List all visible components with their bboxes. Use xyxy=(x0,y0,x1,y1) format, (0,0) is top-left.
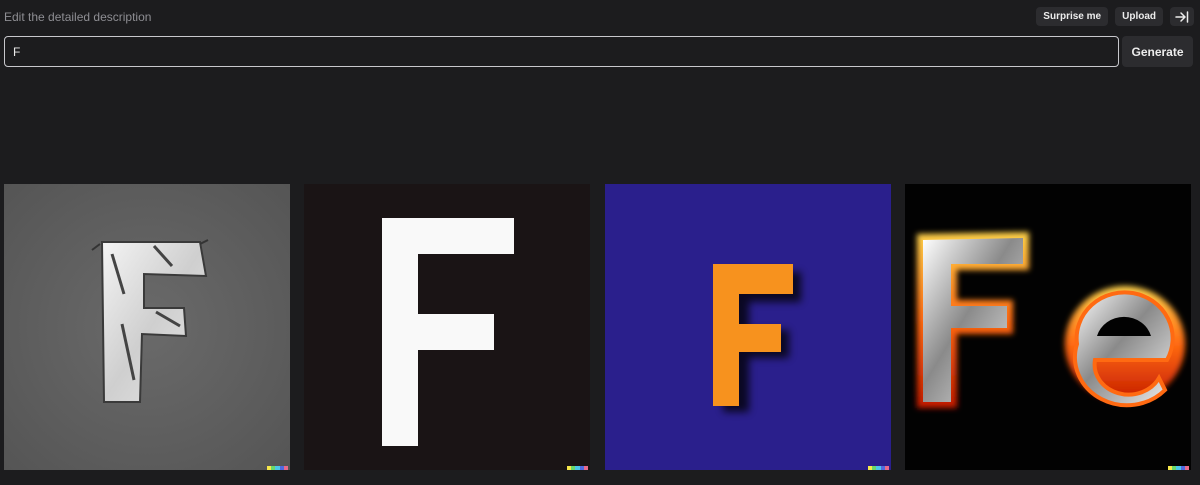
signature-mark xyxy=(1168,466,1190,470)
collapse-right-icon[interactable] xyxy=(1170,7,1194,26)
result-image-1[interactable] xyxy=(4,184,290,470)
top-actions: Surprise me Upload xyxy=(1036,7,1194,26)
white-letter-f-image xyxy=(304,184,590,470)
prompt-input[interactable] xyxy=(4,36,1119,67)
flaming-letters-fe-image xyxy=(905,184,1191,470)
signature-mark xyxy=(567,466,589,470)
signature-mark xyxy=(868,466,890,470)
result-image-3[interactable] xyxy=(605,184,891,470)
upload-button[interactable]: Upload xyxy=(1115,7,1163,26)
prompt-row: Generate xyxy=(4,36,1193,67)
metallic-letter-f-image xyxy=(4,184,290,470)
results-grid xyxy=(4,184,1194,470)
result-image-2[interactable] xyxy=(304,184,590,470)
prompt-label: Edit the detailed description xyxy=(4,10,152,24)
surprise-me-button[interactable]: Surprise me xyxy=(1036,7,1109,26)
top-bar: Edit the detailed description Surprise m… xyxy=(0,0,1200,32)
result-image-4[interactable] xyxy=(905,184,1191,470)
signature-mark xyxy=(267,466,289,470)
generate-button[interactable]: Generate xyxy=(1122,36,1193,67)
orange-letter-f-image xyxy=(605,184,891,470)
